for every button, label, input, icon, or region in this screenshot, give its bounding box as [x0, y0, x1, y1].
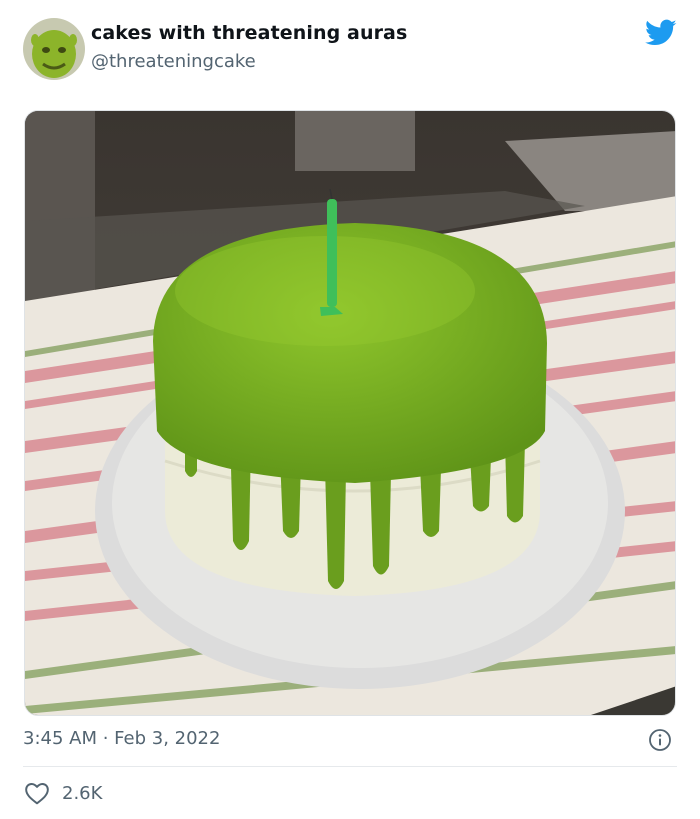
author-handle[interactable]: @threateningcake	[91, 51, 256, 72]
info-icon[interactable]	[648, 728, 672, 752]
like-button[interactable]: 2.6K	[24, 780, 102, 806]
cake-photo-image	[25, 111, 675, 715]
heart-icon	[25, 783, 49, 805]
avatar-image	[23, 18, 85, 80]
like-count: 2.6K	[62, 782, 103, 804]
avatar[interactable]	[23, 18, 85, 80]
author-name[interactable]: cakes with threatening auras	[91, 22, 407, 44]
tweet-photo[interactable]	[24, 110, 676, 716]
tweet-timestamp[interactable]: 3:45 AM · Feb 3, 2022	[23, 728, 220, 749]
twitter-bird-icon[interactable]	[645, 19, 677, 47]
divider	[23, 766, 677, 767]
